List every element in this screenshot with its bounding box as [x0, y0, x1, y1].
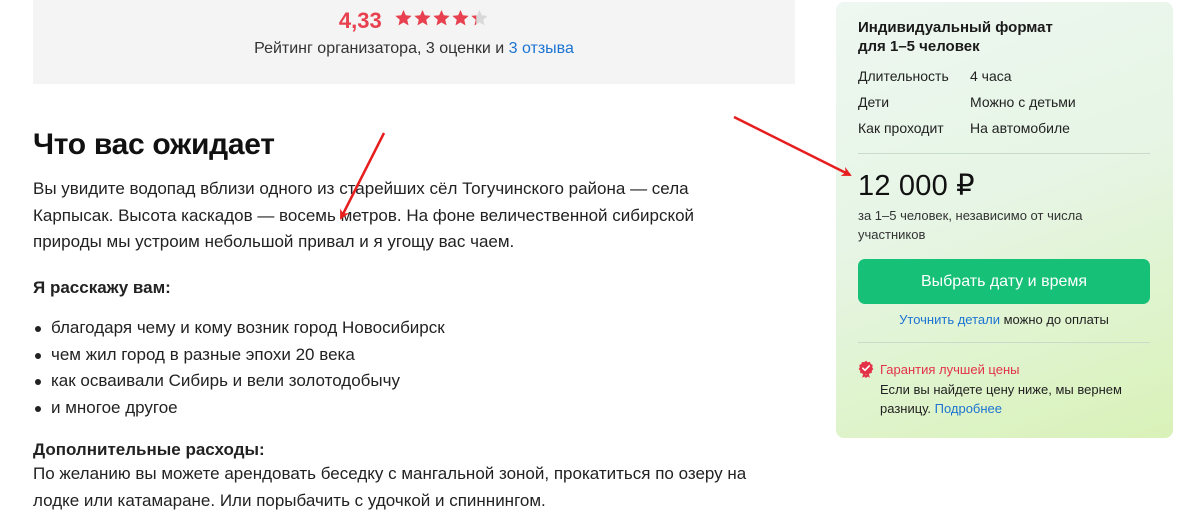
tell-heading: Я расскажу вам: — [33, 278, 171, 297]
intro-paragraph: Вы увидите водопад вблизи одного из стар… — [33, 176, 793, 256]
extra-costs-heading: Дополнительные расходы: — [33, 440, 265, 459]
price: 12 000 ₽ — [858, 170, 975, 202]
star-icon — [451, 9, 470, 27]
intro-line: Вы увидите водопад вблизи одного из стар… — [33, 179, 689, 198]
card-divider — [858, 342, 1150, 343]
reviews-link[interactable]: 3 отзыва — [509, 40, 574, 57]
price-note-line: участников — [858, 227, 926, 242]
topics-list: благодаря чему и кому возник город Новос… — [33, 315, 445, 421]
detail-value: Можно с детьми — [970, 94, 1076, 110]
bullet-icon — [35, 405, 41, 412]
detail-value: 4 часа — [970, 68, 1012, 84]
guarantee-line: Если вы найдете цену ниже, мы вернем — [880, 382, 1122, 397]
rating-stars — [394, 9, 489, 32]
booking-card: Индивидуальный формат для 1–5 человек Дл… — [836, 2, 1173, 438]
rating-value: 4,33 — [338, 8, 382, 33]
section-title: Что вас ожидает — [33, 128, 275, 161]
price-note: за 1–5 человек, независимо от числа учас… — [858, 206, 1128, 244]
extra-line: лодке или катамаране. Или порыбачить с у… — [33, 490, 546, 510]
guarantee-title: Гарантия лучшей цены — [880, 362, 1020, 377]
detail-value: На автомобиле — [970, 120, 1070, 136]
intro-line: природы мы устроим небольшой привал и я … — [33, 232, 515, 251]
star-icon — [394, 9, 413, 27]
bullet-icon — [35, 379, 41, 385]
clarify-details-link[interactable]: Уточнить детали — [899, 312, 1000, 327]
list-item-text: и многое другое — [51, 397, 178, 417]
star-icon — [413, 9, 432, 27]
detail-key: Как проходит — [858, 120, 944, 136]
price-note-line: за 1–5 человек, независимо от числа — [858, 208, 1083, 223]
list-item: благодаря чему и кому возник город Новос… — [33, 315, 445, 342]
extra-costs-paragraph: По желанию вы можете арендовать беседку … — [33, 461, 793, 512]
format-title: Индивидуальный формат для 1–5 человек — [858, 18, 1053, 56]
format-title-line: для 1–5 человек — [858, 38, 980, 55]
more-link[interactable]: Подробнее — [935, 401, 1002, 416]
bullet-icon — [35, 326, 41, 332]
card-divider — [858, 153, 1150, 154]
list-item-text: чем жил город в разные эпохи 20 века — [51, 344, 355, 364]
badge-check-icon — [858, 360, 874, 378]
choose-date-button[interactable]: Выбрать дату и время — [858, 259, 1150, 304]
star-icon — [432, 9, 451, 27]
rating-caption-text: Рейтинг организатора, 3 оценки и — [254, 40, 509, 57]
detail-key: Дети — [858, 94, 890, 110]
guarantee-line-2: разницу. Подробнее — [880, 399, 1160, 418]
organizer-rating-panel: 4,33 Рейтинг организатора, 3 оценки и 3 … — [33, 0, 795, 84]
rating-caption: Рейтинг организатора, 3 оценки и 3 отзыв… — [33, 40, 795, 58]
format-title-line: Индивидуальный формат — [858, 19, 1053, 36]
list-item: как осваивали Сибирь и вели золотодобычу — [33, 368, 445, 395]
extra-line: По желанию вы можете арендовать беседку … — [33, 464, 747, 483]
intro-line: Карпысак. Высота каскадов — восемь метро… — [33, 205, 695, 225]
detail-key: Длительность — [858, 68, 949, 84]
clarify-details-text: можно до оплаты — [999, 312, 1109, 327]
clarify-details: Уточнить детали можно до оплаты — [858, 312, 1150, 327]
list-item-text: благодаря чему и кому возник город Новос… — [51, 318, 445, 337]
star-icon — [470, 9, 489, 27]
guarantee-text: Если вы найдете цену ниже, мы вернем раз… — [880, 380, 1160, 418]
bullet-icon — [35, 352, 41, 359]
list-item: чем жил город в разные эпохи 20 века — [33, 342, 445, 369]
rating-line: 4,33 — [33, 8, 795, 36]
arrow-to-price — [733, 115, 852, 177]
list-item: и многое другое — [33, 395, 445, 422]
guarantee-line-text: разницу. — [880, 401, 935, 416]
list-item-text: как осваивали Сибирь и вели золотодобычу — [51, 371, 400, 390]
